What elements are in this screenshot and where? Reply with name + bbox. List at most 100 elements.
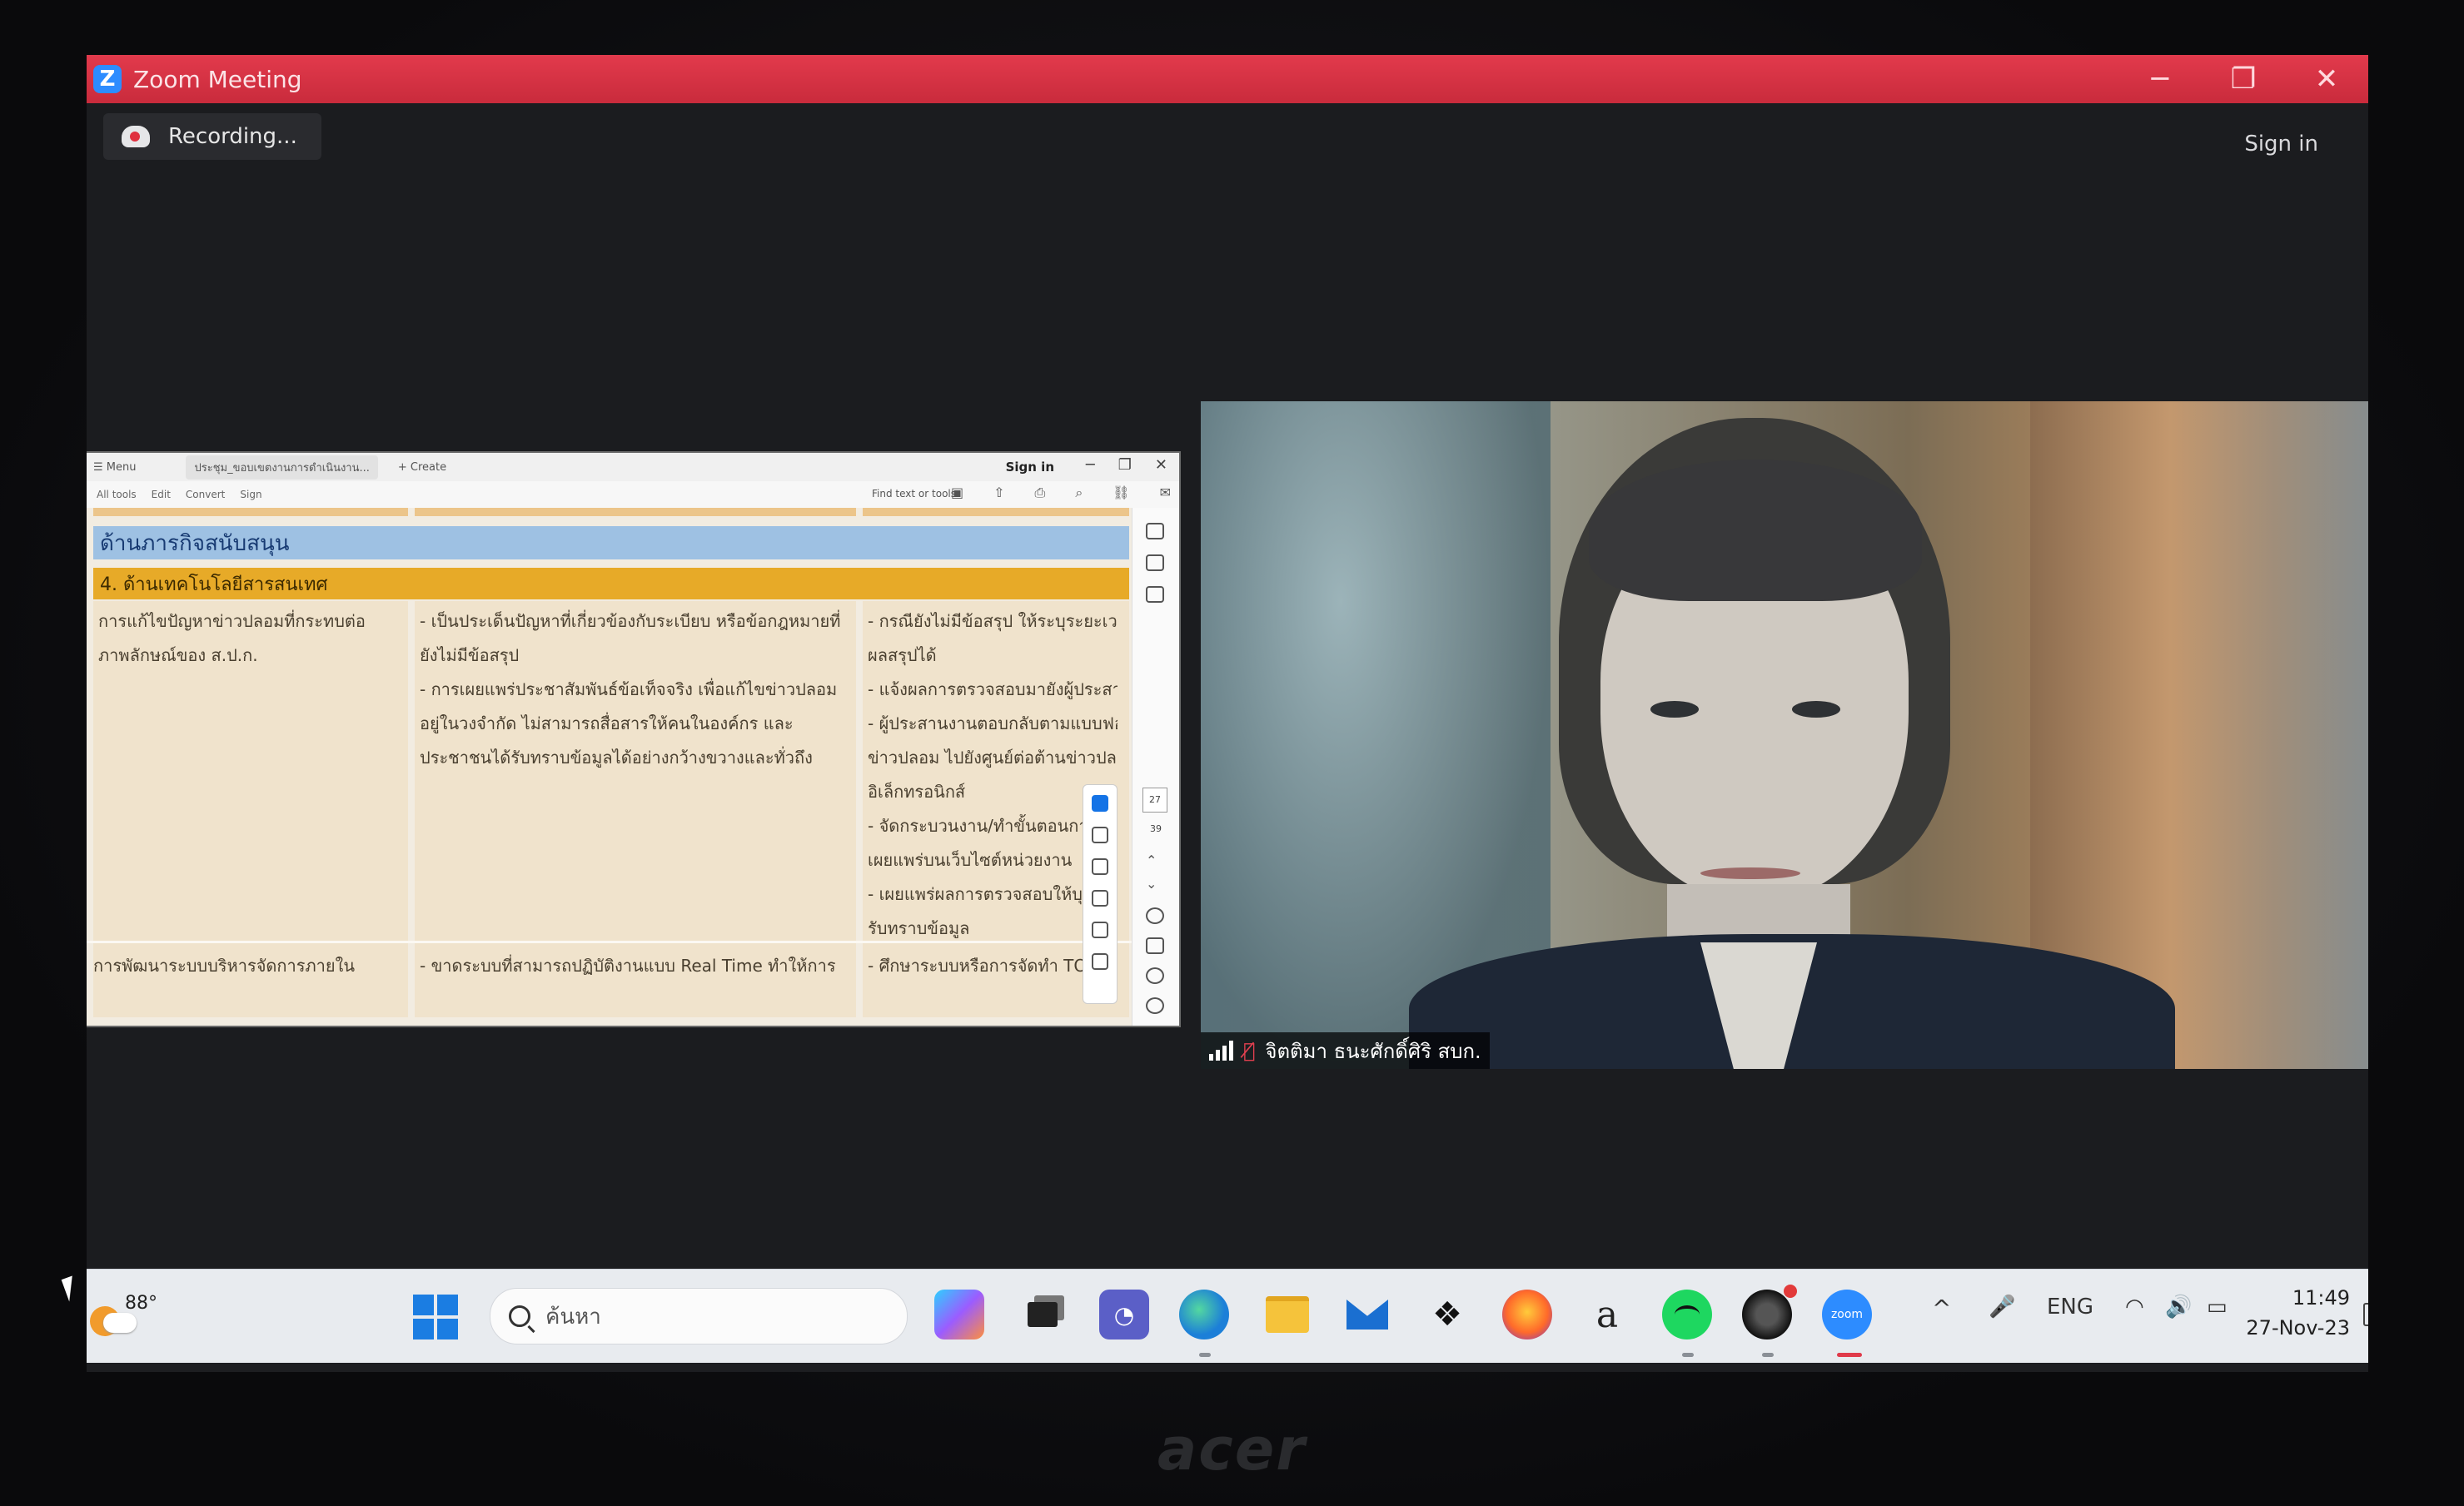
page-number-total: 39 xyxy=(1150,823,1162,834)
acrobat-restore-icon[interactable]: ❐ xyxy=(1118,456,1132,474)
save-icon[interactable]: ▣ xyxy=(951,485,963,501)
menu-sign[interactable]: Sign xyxy=(240,489,261,500)
teams-chat-icon[interactable]: ◔ xyxy=(1099,1290,1149,1339)
sign-in-link[interactable]: Sign in xyxy=(2244,132,2318,157)
amazon-icon[interactable]: a xyxy=(1582,1290,1632,1339)
zoom-logo-icon: Z xyxy=(93,65,122,93)
page-number-current[interactable]: 27 xyxy=(1142,788,1167,813)
active-indicator xyxy=(1837,1353,1862,1357)
mail-icon[interactable] xyxy=(1342,1290,1392,1339)
print-icon[interactable]: ⎙ xyxy=(1035,485,1046,501)
menu-all-tools[interactable]: All tools xyxy=(97,489,137,500)
recording-indicator[interactable]: Recording... xyxy=(103,113,321,160)
cell-line: ผลสรุปได้ xyxy=(868,645,937,665)
thumbnails-panel-icon[interactable] xyxy=(1146,586,1164,603)
cloud-icon xyxy=(103,1313,137,1333)
eraser-tool-icon[interactable] xyxy=(1092,890,1108,907)
text-tool-icon[interactable] xyxy=(1092,922,1108,938)
minimize-button[interactable]: ─ xyxy=(2143,62,2177,96)
comment-tool-icon[interactable] xyxy=(1092,827,1108,843)
right-side-panel: 27 39 ⌃ ⌄ xyxy=(1132,508,1179,1026)
cell-line: - เป็นประเด็นปัญหาที่เกี่ยวข้องกับระเบีย… xyxy=(420,611,841,631)
firefox-icon[interactable] xyxy=(1502,1290,1552,1339)
battery-icon[interactable]: ▭ xyxy=(2207,1295,2228,1320)
page-down-icon[interactable]: ⌄ xyxy=(1146,876,1164,892)
zoom-taskbar-icon[interactable]: zoom xyxy=(1822,1290,1872,1339)
table-cell: การพัฒนาระบบบริหารจัดการภายใน xyxy=(93,956,356,976)
comments-panel-icon[interactable] xyxy=(1146,523,1164,539)
start-button[interactable] xyxy=(413,1295,458,1339)
clock[interactable]: 11:49 27-Nov-23 xyxy=(2246,1283,2350,1343)
cell-line: - การเผยแพร่ประชาสัมพันธ์ข้อเท็จจริง เพื… xyxy=(420,679,838,699)
cell-line: อิเล็กทรอนิกส์ xyxy=(868,782,966,802)
upload-icon[interactable]: ⇧ xyxy=(993,485,1004,501)
taskbar-search[interactable]: ค้นหา xyxy=(490,1288,908,1344)
search-placeholder: ค้นหา xyxy=(545,1304,601,1330)
wifi-icon[interactable]: ◠ xyxy=(2125,1295,2144,1320)
acer-logo: acer xyxy=(1157,1415,1307,1484)
menu-convert[interactable]: Convert xyxy=(186,489,225,500)
table-cell: - เป็นประเด็นปัญหาที่เกี่ยวข้องกับระเบีย… xyxy=(420,604,840,775)
running-indicator xyxy=(1682,1353,1694,1357)
volume-icon[interactable]: 🔊 xyxy=(2165,1295,2192,1320)
page-up-icon[interactable]: ⌃ xyxy=(1146,852,1164,869)
weather-widget[interactable]: 88° xyxy=(87,1285,157,1343)
subsection-header: 4. ด้านเทคโนโลยีสารสนเทศ xyxy=(93,568,1129,599)
cell-line: ประชาชนได้รับทราบข้อมูลได้อย่างกว้างขวาง… xyxy=(420,748,813,768)
select-tool-icon[interactable] xyxy=(1092,795,1108,812)
search-doc-icon[interactable]: ⌕ xyxy=(1075,485,1083,501)
taskbar: 88° ค้นหา ◔ ❖ a zoom ^ 🎤 ENG ◠ 🔊 ▭ 11:49… xyxy=(87,1269,2368,1363)
clock-time: 11:49 xyxy=(2292,1286,2350,1310)
cell-line: - แจ้งผลการตรวจสอบมายังผู้ประสานงาน xyxy=(868,679,1118,699)
menu-edit[interactable]: Edit xyxy=(152,489,171,500)
spotify-icon[interactable] xyxy=(1662,1290,1712,1339)
cell-line: - เผยแพร่ผลการตรวจสอบให้บุคลากร xyxy=(868,884,1118,904)
search-icon xyxy=(509,1305,530,1327)
copilot-icon[interactable] xyxy=(934,1290,984,1339)
pen-tool-icon[interactable] xyxy=(1092,858,1108,875)
annotation-toolbar xyxy=(1083,784,1118,1004)
close-button[interactable]: ✕ xyxy=(2310,62,2343,96)
dropbox-icon[interactable]: ❖ xyxy=(1422,1290,1472,1339)
microphone-icon[interactable]: 🎤 xyxy=(1989,1295,2015,1320)
participant-name-bar: 🎙̸ จิตติมา ธนะศักดิ์ศิริ สบก. xyxy=(1201,1032,1490,1069)
task-view-icon[interactable] xyxy=(1018,1290,1068,1339)
participant-mouth xyxy=(1700,867,1800,879)
create-tab[interactable]: + Create xyxy=(398,461,446,474)
bookmark-panel-icon[interactable] xyxy=(1146,554,1164,571)
restore-button[interactable]: ❐ xyxy=(2227,62,2260,96)
notification-badge xyxy=(1784,1285,1797,1298)
zoom-out-icon[interactable] xyxy=(1146,997,1164,1014)
document-tab[interactable]: ประชุม_ขอบเขตงานการดำเนินงาน... xyxy=(186,455,378,480)
table-cell: - กรณียังไม่มีข้อสรุป ให้ระบุระยะเวลาที่… xyxy=(868,604,1118,946)
fill-sign-tool-icon[interactable] xyxy=(1092,953,1108,970)
table-top-stripe xyxy=(93,508,408,516)
shared-screen[interactable]: ☰ Menu ประชุม_ขอบเขตงานการดำเนินงาน... +… xyxy=(87,451,1181,1027)
acrobat-menu-bar: All tools Edit Convert Sign Find text or… xyxy=(87,481,1179,509)
notification-center-icon[interactable] xyxy=(2363,1303,2368,1326)
language-indicator[interactable]: ENG xyxy=(2047,1295,2093,1320)
tray-overflow-icon[interactable]: ^ xyxy=(1932,1295,1951,1322)
table-cell: การแก้ไขปัญหาข่าวปลอมที่กระทบต่อ ภาพลักษ… xyxy=(98,604,366,673)
acrobat-sign-in[interactable]: Sign in xyxy=(1006,460,1054,475)
email-icon[interactable]: ✉ xyxy=(1160,485,1171,501)
file-explorer-icon[interactable] xyxy=(1262,1290,1312,1339)
link-icon[interactable]: ⛓ xyxy=(1113,485,1129,501)
acrobat-minimize-icon[interactable]: ─ xyxy=(1086,456,1095,474)
zoom-title-bar: Z Zoom Meeting ─ ❐ ✕ xyxy=(87,55,2368,103)
acrobat-toolbar: ▣ ⇧ ⎙ ⌕ ⛓ ✉ xyxy=(936,485,1171,501)
screen: Z Zoom Meeting ─ ❐ ✕ Recording... Sign i… xyxy=(87,55,2368,1372)
table-cell: - ขาดระบบที่สามารถปฏิบัติงานแบบ Real Tim… xyxy=(420,956,836,976)
edge-icon[interactable] xyxy=(1179,1290,1229,1339)
participant-video[interactable]: 🎙̸ จิตติมา ธนะศักดิ์ศิริ สบก. xyxy=(1201,401,2368,1069)
fit-page-icon[interactable] xyxy=(1146,937,1164,954)
document-page: ด้านภารกิจสนับสนุน 4. ด้านเทคโนโลยีสารสน… xyxy=(87,508,1132,1026)
cell-line: การแก้ไขปัญหาข่าวปลอมที่กระทบต่อ xyxy=(98,611,366,631)
cell-line: ยังไม่มีข้อสรุป xyxy=(420,645,520,665)
acrobat-close-icon[interactable]: ✕ xyxy=(1155,456,1167,474)
menu-tab[interactable]: ☰ Menu xyxy=(93,461,136,474)
rotate-icon[interactable] xyxy=(1146,907,1164,924)
zoom-in-icon[interactable] xyxy=(1146,967,1164,984)
obs-icon[interactable] xyxy=(1742,1290,1792,1339)
participant-name: จิตติมา ธนะศักดิ์ศิริ สบก. xyxy=(1265,1039,1481,1063)
